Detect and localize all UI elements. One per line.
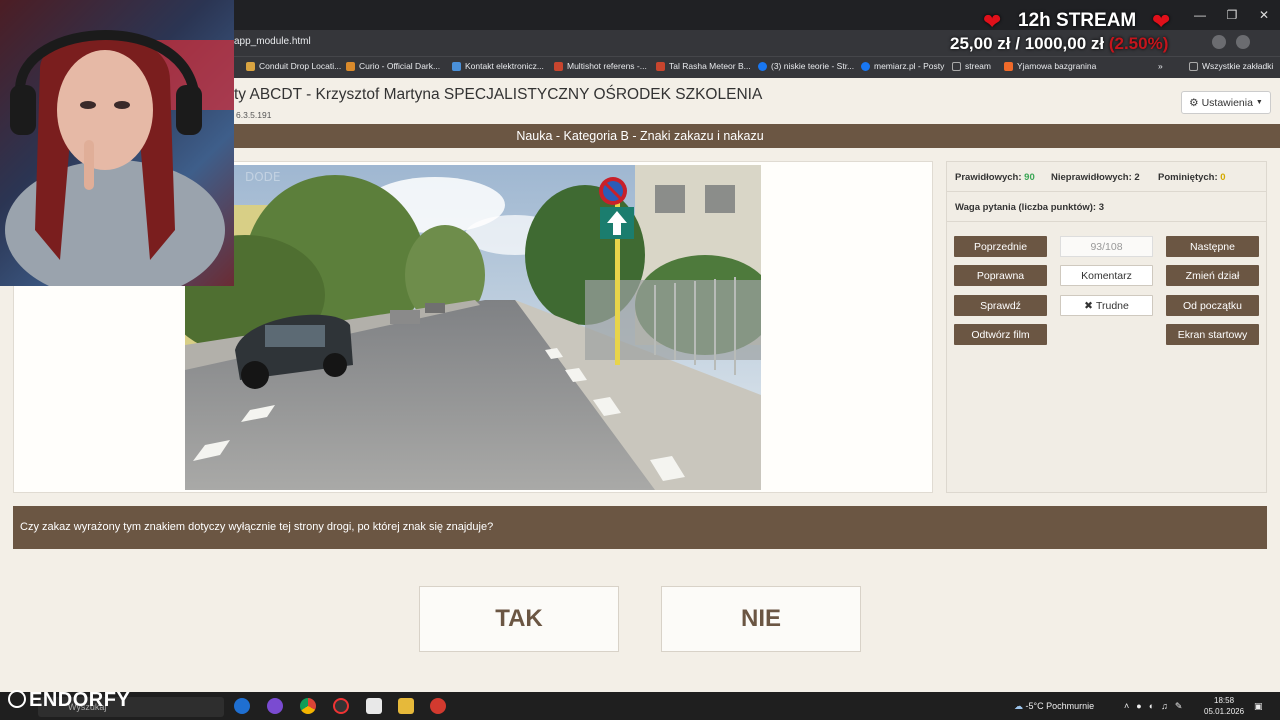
correct-answer-button[interactable]: Poprawna: [954, 265, 1047, 286]
bookmark-favicon-icon: [246, 61, 255, 71]
bookmark-favicon-icon: [554, 61, 563, 71]
heart-icon: ❤: [983, 9, 1002, 34]
change-section-button[interactable]: Zmień dział: [1166, 265, 1259, 286]
app-icon[interactable]: [430, 698, 446, 714]
endorfy-logo-icon: [8, 690, 26, 708]
folder-icon[interactable]: [398, 698, 414, 714]
donation-percent: (2.50%): [1108, 34, 1169, 53]
cloud-icon: ☁: [1014, 701, 1023, 711]
donation-goal: 1000,00 zł: [1024, 34, 1105, 53]
stat-wrong-value: 2: [1134, 172, 1140, 183]
facebook-icon: [861, 61, 870, 71]
settings-label: Ustawienia: [1201, 96, 1253, 109]
discord-icon[interactable]: [267, 698, 283, 714]
obs-icon[interactable]: [333, 698, 349, 714]
bookmark-favicon-icon: [346, 61, 355, 71]
score-stats: Prawidłowych: 90 Nieprawidłowych: 2 Pomi…: [947, 162, 1266, 192]
url-text[interactable]: app_module.html: [234, 36, 311, 47]
video-watermark: DODE: [245, 170, 281, 184]
weather-text: -5°C Pochmurnie: [1025, 701, 1095, 711]
question-weight: Waga pytania (liczba punktów): 3: [947, 192, 1266, 222]
donation-amount: 25,00 zł: [950, 34, 1011, 53]
stream-goal-overlay: ❤ 12h STREAM ❤ 25,00 zł / 1000,00 zł (2.…: [900, 8, 1240, 56]
bookmark-folder[interactable]: Wszystkie zakładki: [1189, 61, 1273, 71]
chrome-icon[interactable]: [300, 698, 316, 714]
bookmark-folder[interactable]: stream: [952, 61, 991, 71]
clock-date: 05.01.2026: [1204, 707, 1245, 716]
question-counter: 93/108: [1060, 236, 1153, 257]
stream-title: 12h STREAM: [1018, 10, 1137, 31]
bookmark-item[interactable]: Kontakt elektronicz...: [452, 61, 544, 71]
app-icon[interactable]: [234, 698, 250, 714]
app-icon[interactable]: [366, 698, 382, 714]
endorfy-logo: ENDORFY: [8, 689, 130, 712]
next-button[interactable]: Następne: [1166, 236, 1259, 257]
question-bar: Czy zakaz wyrażony tym znakiem dotyczy w…: [13, 506, 1267, 549]
home-screen-button[interactable]: Ekran startowy: [1166, 324, 1259, 345]
restart-button[interactable]: Od początku: [1166, 295, 1259, 316]
app-title: ty ABCDT - Krzysztof Martyna SPECJALISTY…: [234, 86, 763, 103]
bookmark-favicon-icon: [656, 61, 665, 71]
check-button[interactable]: Sprawdź: [954, 295, 1047, 316]
streamer-webcam-image: [5, 30, 234, 286]
stat-skipped: Pominiętych: 0: [1158, 172, 1226, 183]
facebook-icon: [758, 61, 767, 71]
answer-no-button[interactable]: NIE: [661, 586, 861, 652]
webcam-overlay: [0, 0, 234, 286]
donation-separator: /: [1015, 34, 1020, 53]
weather-widget[interactable]: ☁ -5°C Pochmurnie: [1014, 701, 1094, 712]
heart-icon: ❤: [1152, 9, 1171, 34]
hard-button[interactable]: ✖ Trudne: [1060, 295, 1153, 316]
bookmark-favicon-icon: [452, 61, 461, 71]
caret-down-icon: ▼: [1255, 99, 1263, 106]
bookmark-item[interactable]: Multishot referens -...: [554, 61, 647, 71]
gear-icon: ⚙: [1189, 96, 1199, 109]
section-title: Nauka - Kategoria B - Znaki zakazu i nak…: [516, 129, 764, 143]
clock[interactable]: 18:58 05.01.2026: [1204, 695, 1244, 717]
stat-correct: Prawidłowych: 90: [955, 172, 1035, 183]
bookmark-favicon-icon: [1004, 61, 1013, 71]
previous-button[interactable]: Poprzednie: [954, 236, 1047, 257]
hard-button-label: Trudne: [1095, 299, 1129, 312]
clock-time: 18:58: [1214, 696, 1235, 705]
bookmark-item[interactable]: Conduit Drop Locati...: [246, 61, 341, 71]
donation-progress: 25,00 zł / 1000,00 zł (2.50%): [950, 34, 1168, 54]
folder-icon: [952, 61, 961, 71]
folder-icon: [1189, 61, 1198, 71]
system-tray-icons[interactable]: ˄●◐♫✎: [1124, 701, 1189, 712]
comment-button[interactable]: Komentarz: [1060, 265, 1153, 286]
app-version: 6.3.5.191: [236, 110, 272, 120]
stat-correct-value: 90: [1024, 172, 1035, 183]
bookmark-item[interactable]: Yjamowa bazgranina: [1004, 61, 1096, 71]
answer-yes-button[interactable]: TAK: [419, 586, 619, 652]
street-scene-image: DODE: [185, 165, 761, 490]
bookmark-item[interactable]: memiarz.pl - Posty: [861, 61, 944, 71]
bookmark-item[interactable]: Tal Rasha Meteor B...: [656, 61, 751, 71]
notification-icon[interactable]: ▣: [1254, 701, 1263, 712]
close-x-icon: ✖: [1084, 299, 1093, 312]
bookmarks-overflow-icon[interactable]: »: [1158, 61, 1163, 71]
close-icon[interactable]: ✕: [1248, 0, 1280, 30]
stat-skipped-value: 0: [1220, 172, 1226, 183]
settings-button[interactable]: ⚙ Ustawienia ▼: [1181, 91, 1271, 114]
question-text: Czy zakaz wyrażony tym znakiem dotyczy w…: [20, 521, 494, 533]
bookmark-item[interactable]: (3) niskie teorie - Str...: [758, 61, 854, 71]
play-video-button[interactable]: Odtwórz film: [954, 324, 1047, 345]
bookmark-item[interactable]: Curio - Official Dark...: [346, 61, 440, 71]
question-video[interactable]: DODE: [185, 165, 761, 490]
stat-wrong: Nieprawidłowych: 2: [1051, 172, 1140, 183]
